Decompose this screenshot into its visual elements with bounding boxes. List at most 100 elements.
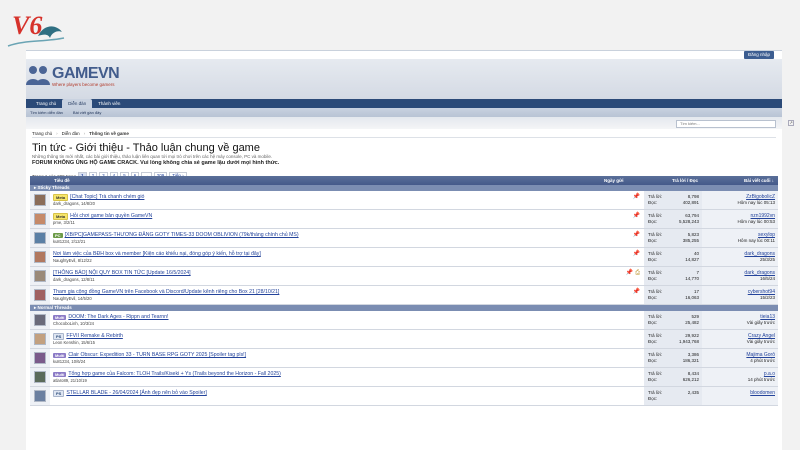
login-button[interactable]: Đăng nhập <box>743 51 774 59</box>
thread-author[interactable]: NaughtyEvil <box>53 296 75 301</box>
thread-author[interactable]: ChocoboLinh <box>53 321 78 326</box>
views-row: Đọc: 14,827 <box>648 257 699 263</box>
last-post: sexylop Hôm nay lúc 00:11 <box>702 229 778 247</box>
sort-date-header[interactable]: Ngày gửi <box>604 178 644 183</box>
thread-info: PC [XB/PC]GAMEPASS-THƯƠNG ĐĂNG GOTY TIMES… <box>50 229 644 247</box>
thread-title-link[interactable]: STELLAR BLADE - 26/04/2024 [Ảnh đẹp nên … <box>66 390 206 397</box>
search-input[interactable]: Tìm kiếm... <box>676 120 776 128</box>
thread-row: Multi DOOM: The Dark Ages - Rippn and Tea… <box>30 311 778 330</box>
thread-title-link[interactable]: [THÔNG BÁO] NỘI QUY BOX TIN TỨC [Update … <box>53 270 191 277</box>
thread-row: PS FFVII Remake & Rebirth Leon Kenshin, 15… <box>30 330 778 349</box>
thread-date: 2/12/21 <box>71 239 86 244</box>
avatar[interactable] <box>34 352 46 364</box>
thread-title-link[interactable]: [XB/PC]GAMEPASS-THƯƠNG ĐĂNG GOTY TIMES-3… <box>65 232 299 239</box>
last-post-time: Vài giây trước <box>746 320 775 325</box>
thread-author[interactable]: atlaro89 <box>53 378 68 383</box>
thread-row: Multi Clair Obscur: Expedition 33 - TURN … <box>30 349 778 368</box>
thread-meta: dark_dragons, 14/8/20 <box>53 201 95 206</box>
thread-title-link[interactable]: Hỏi chơi game bản quyền GameVN <box>70 213 152 220</box>
avatar[interactable] <box>34 314 46 326</box>
last-post-user[interactable]: bloodomen <box>702 390 775 396</box>
views-count: 16,063 <box>685 295 699 300</box>
breadcrumb-forums[interactable]: Diễn đàn <box>62 131 80 136</box>
thread-info: Multi DOOM: The Dark Ages - Rippn and Tea… <box>50 311 644 329</box>
subnav-search-forums[interactable]: Tìm kiếm diễn đàn <box>30 110 63 115</box>
thread-author[interactable]: ku81234 <box>53 359 69 364</box>
thread-title-link[interactable]: [Chat Topic] Trà chanh chém gió <box>70 194 144 201</box>
thread-author[interactable]: pme <box>53 220 61 225</box>
avatar[interactable] <box>34 390 46 402</box>
avatar[interactable] <box>34 194 46 206</box>
forum-notice: FORUM KHÔNG ỦNG HỘ GAME CRACK. Vui lòng … <box>32 160 280 166</box>
thread-title-link[interactable]: Tham gia cộng đồng GameVN trên Facebook … <box>53 289 279 296</box>
views-label: Đọc: <box>648 339 658 344</box>
site-name: GAMEVN <box>52 64 120 82</box>
views-count: 25,482 <box>685 320 699 325</box>
last-post-time: 16/5/24 <box>759 276 775 281</box>
avatar-cell <box>30 286 50 304</box>
pin-icon: 📌 <box>632 194 640 200</box>
attachment-icon: ⎙ <box>635 270 640 276</box>
avatar[interactable] <box>34 270 46 282</box>
thread-meta: dark_dragons, 12/8/11 <box>53 277 95 282</box>
sort-replies-header[interactable]: Trả lời / Đọc <box>644 178 702 183</box>
thread-meta: NaughtyEvil, 14/5/20 <box>53 296 92 301</box>
views-row: Đọc: 402,891 <box>648 200 699 206</box>
subnav-recent-posts[interactable]: Bài viết gần đây <box>73 110 101 115</box>
sort-last-post-header[interactable]: Bài viết cuối ↓ <box>702 178 778 183</box>
tab-forums[interactable]: Diễn đàn <box>62 99 93 108</box>
tab-home[interactable]: Trang chủ <box>30 99 62 108</box>
pin-icon: 📌 <box>632 289 640 295</box>
thread-author[interactable]: ku81234 <box>53 239 69 244</box>
breadcrumb-current[interactable]: Thông tin về game <box>89 131 129 136</box>
thread-prefix[interactable]: Meta <box>53 213 69 220</box>
thread-prefix[interactable]: Multi <box>53 315 67 320</box>
thread-author[interactable]: NaughtyEvil <box>53 258 75 263</box>
last-post-time: Hôm nay lúc 00:53 <box>737 219 775 224</box>
thread-author[interactable]: dark_dragons <box>53 277 79 282</box>
avatar[interactable] <box>34 213 46 225</box>
thread-icons: 📌 <box>633 251 640 258</box>
sort-title-header[interactable]: Tiêu đề <box>30 178 604 183</box>
thread-prefix[interactable]: Multi <box>53 353 67 358</box>
breadcrumb-home[interactable]: Trang chủ <box>32 131 52 136</box>
site-logo[interactable]: GAMEVN Where players become gamers <box>26 64 120 87</box>
thread-title-link[interactable]: Tổng hợp game của Falcom: TLOH Trails/Ki… <box>68 371 280 378</box>
avatar[interactable] <box>34 371 46 383</box>
thread-icons: 📌 <box>633 213 640 220</box>
avatar-cell <box>30 349 50 367</box>
avatar[interactable] <box>34 232 46 244</box>
tab-members[interactable]: Thành viên <box>92 99 126 108</box>
last-post: ZzBigobolicZ Hôm nay lúc 05:13 <box>702 191 778 209</box>
thread-prefix[interactable]: Meta <box>53 194 69 201</box>
breadcrumb-jump-icon[interactable]: ↗ <box>788 120 794 126</box>
views-label: Đọc: <box>648 276 658 281</box>
last-post: nzn1992vn Hôm nay lúc 00:53 <box>702 210 778 228</box>
thread-prefix[interactable]: Multi <box>53 372 67 377</box>
thread-stats: Trả lời: 40 Đọc: 14,827 <box>644 248 702 266</box>
thread-prefix[interactable]: PS <box>53 390 65 397</box>
thread-author[interactable]: Leon Kenshin <box>53 340 79 345</box>
views-count: 14,770 <box>685 276 699 281</box>
thread-list-header: Tiêu đề Ngày gửi Trả lời / Đọc Bài viết … <box>30 176 778 185</box>
last-post: tieia13 Vài giây trước <box>702 311 778 329</box>
thread-title-line: Meta Hỏi chơi game bản quyền GameVN <box>53 213 644 220</box>
thread-title-line: Meta [Chat Topic] Trà chanh chém gió <box>53 194 644 201</box>
thread-author[interactable]: dark_dragons <box>53 201 79 206</box>
avatar[interactable] <box>34 251 46 263</box>
thread-title-link[interactable]: Nơi làm việc của BĐH box và member [Kiện… <box>53 251 261 258</box>
thread-title-link[interactable]: FFVII Remake & Rebirth <box>66 333 123 340</box>
thread-meta: pme, 3/2/11 <box>53 220 75 225</box>
thread-title-link[interactable]: Clair Obscur: Expedition 33 - TURN BASE … <box>68 352 246 359</box>
views-row: Đọc: 385,255 <box>648 238 699 244</box>
thread-title-link[interactable]: DOOM: The Dark Ages - Rippn and Tearnn! <box>68 314 168 321</box>
thread-prefix[interactable]: PS <box>53 333 65 340</box>
thread-info: PS FFVII Remake & Rebirth Leon Kenshin, 15… <box>50 330 644 348</box>
avatar-cell <box>30 311 50 329</box>
thread-prefix[interactable]: PC <box>53 233 63 238</box>
breadcrumb: Trang chủ › Diễn đàn › Thông tin về game <box>32 129 776 138</box>
avatar[interactable] <box>34 333 46 345</box>
avatar[interactable] <box>34 289 46 301</box>
thread-date: 14/5/20 <box>77 296 92 301</box>
views-count: 186,321 <box>682 358 699 363</box>
